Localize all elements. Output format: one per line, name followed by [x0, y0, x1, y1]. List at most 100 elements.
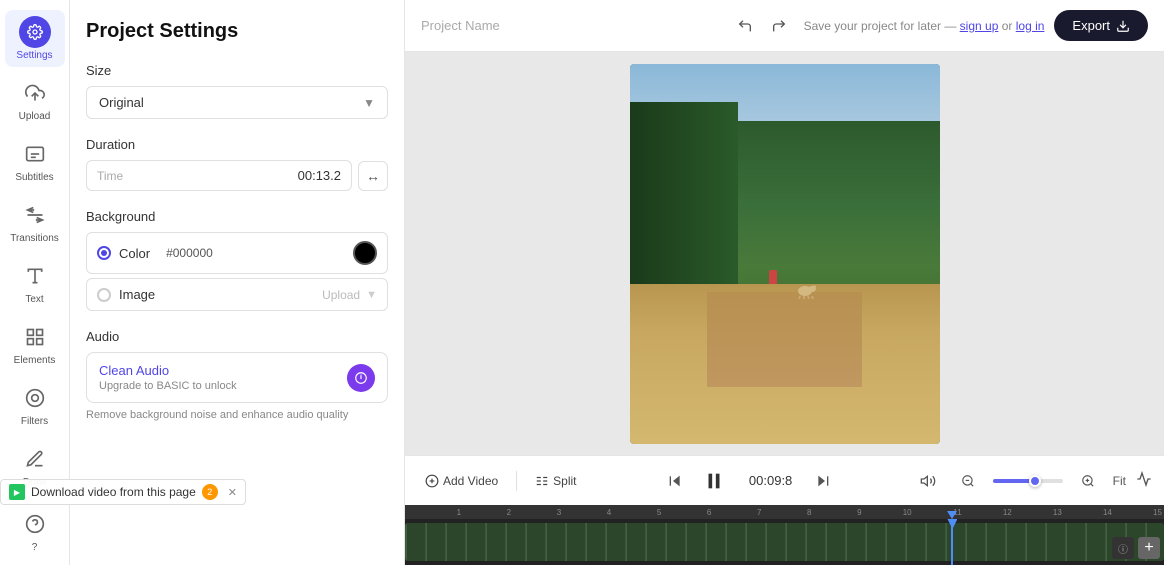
project-name-placeholder[interactable]: Project Name	[421, 18, 720, 33]
ruler-mark: 3	[513, 508, 563, 517]
ruler-mark: 2	[463, 508, 513, 517]
playhead[interactable]	[951, 519, 953, 565]
audio-title: Clean Audio	[99, 363, 237, 378]
expand-icon: ↔	[366, 168, 380, 184]
upload-icon	[19, 77, 51, 109]
timeline-end-buttons: ⓘ +	[1112, 537, 1160, 559]
ruler-mark: 14	[1064, 508, 1114, 517]
sidebar-item-transitions-label: Transitions	[10, 233, 59, 244]
ruler-mark: 15	[1114, 508, 1164, 517]
audio-info: Clean Audio Upgrade to BASIC to unlock	[99, 363, 237, 392]
zoom-in-button[interactable]	[1073, 466, 1103, 496]
skip-forward-button[interactable]	[811, 469, 835, 493]
timeline[interactable]: 123456789101112131415 ⓘ +	[405, 505, 1164, 565]
add-video-label: Add Video	[443, 474, 498, 488]
color-option-row: Color #000000	[86, 232, 388, 274]
or-label: or	[1002, 19, 1016, 33]
pause-button[interactable]	[697, 464, 731, 498]
download-play-icon: ▶	[9, 484, 25, 500]
duration-time-label: Time	[97, 169, 123, 183]
log-in-link[interactable]: log in	[1016, 19, 1045, 33]
image-radio[interactable]	[97, 288, 111, 302]
road-middle	[707, 292, 862, 387]
help-icon	[19, 508, 51, 540]
export-button[interactable]: Export	[1054, 10, 1148, 41]
ruler-mark: 9	[814, 508, 864, 517]
skip-back-button[interactable]	[663, 469, 687, 493]
duration-field: Time 00:13.2	[86, 160, 352, 191]
sidebar-item-upload[interactable]: Upload	[5, 71, 65, 128]
sign-up-link[interactable]: sign up	[960, 19, 999, 33]
settings-icon	[19, 16, 51, 48]
fit-button[interactable]: Fit	[1113, 474, 1126, 488]
duration-expand-button[interactable]: ↔	[358, 161, 388, 191]
audio-label: Audio	[86, 329, 388, 344]
size-chevron-icon: ▼	[363, 96, 375, 110]
volume-area	[913, 466, 943, 496]
sidebar-item-settings[interactable]: Settings	[5, 10, 65, 67]
sidebar-item-elements[interactable]: Elements	[5, 315, 65, 372]
background-label: Background	[86, 209, 388, 224]
topbar-nav	[730, 11, 794, 41]
redo-button[interactable]	[764, 11, 794, 41]
sidebar-item-filters[interactable]: Filters	[5, 376, 65, 433]
ruler-mark: 13	[1014, 508, 1064, 517]
ruler-marks: 123456789101112131415	[413, 508, 1164, 517]
size-select[interactable]: Original ▼	[86, 86, 388, 119]
dog-figure	[794, 279, 816, 299]
color-option-label: Color	[119, 246, 150, 261]
audio-section: Audio Clean Audio Upgrade to BASIC to un…	[86, 329, 388, 421]
audio-card[interactable]: Clean Audio Upgrade to BASIC to unlock	[86, 352, 388, 403]
radio-inner	[101, 250, 107, 256]
zoom-out-button[interactable]	[953, 466, 983, 496]
ruler-mark: 4	[563, 508, 613, 517]
undo-button[interactable]	[730, 11, 760, 41]
image-option-row: Image Upload ▼	[86, 278, 388, 311]
elements-icon	[19, 321, 51, 353]
export-label: Export	[1072, 18, 1110, 33]
settings-panel-title: Project Settings	[86, 20, 388, 43]
color-hex-value: #000000	[166, 246, 213, 260]
filters-icon	[19, 382, 51, 414]
color-swatch[interactable]	[353, 241, 377, 265]
timeline-ruler: 123456789101112131415	[405, 505, 1164, 519]
background-section: Background Color #000000 Image Upload ▼	[86, 209, 388, 311]
split-button[interactable]: Split	[527, 470, 584, 492]
sidebar-item-text[interactable]: Text	[5, 254, 65, 311]
download-close-button[interactable]: ✕	[228, 486, 237, 499]
zoom-slider[interactable]	[993, 479, 1063, 483]
ruler-mark: 12	[964, 508, 1014, 517]
sidebar-item-text-label: Text	[25, 294, 43, 305]
download-banner: ▶ Download video from this page 2 ✕	[0, 479, 246, 505]
sidebar-item-help-label: ?	[32, 542, 38, 553]
draw-icon	[19, 443, 51, 475]
add-video-button[interactable]: Add Video	[417, 470, 506, 492]
color-radio[interactable]	[97, 246, 111, 260]
image-chevron-icon: ▼	[366, 289, 377, 301]
divider-1	[516, 471, 517, 491]
split-label: Split	[553, 474, 576, 488]
save-prefix: Save your project for later —	[804, 19, 960, 33]
timeline-add-button[interactable]: +	[1138, 537, 1160, 559]
audio-hint: Remove background noise and enhance audi…	[86, 409, 388, 421]
image-upload-button[interactable]: Upload	[322, 288, 360, 302]
sidebar-item-filters-label: Filters	[21, 416, 48, 427]
waveform-button[interactable]	[1136, 471, 1152, 490]
size-selected-value: Original	[99, 95, 144, 110]
download-text: Download video from this page	[31, 485, 196, 499]
ruler-mark: 6	[663, 508, 713, 517]
playhead-arrow	[947, 511, 957, 519]
ruler-mark: 7	[713, 508, 763, 517]
sidebar-item-transitions[interactable]: Transitions	[5, 193, 65, 250]
timeline-info-button[interactable]: ⓘ	[1112, 537, 1134, 559]
zoom-thumb	[1029, 475, 1041, 487]
transitions-icon	[19, 199, 51, 231]
volume-button[interactable]	[913, 466, 943, 496]
timeline-clip[interactable]	[405, 523, 1164, 561]
sidebar-item-subtitles-label: Subtitles	[15, 172, 53, 183]
sidebar-item-subtitles[interactable]: Subtitles	[5, 132, 65, 189]
sidebar-item-settings-label: Settings	[16, 50, 52, 61]
topbar: Project Name Save your project for later…	[405, 0, 1164, 52]
sidebar-item-help[interactable]: ?	[5, 502, 65, 559]
image-option-label: Image	[119, 287, 155, 302]
